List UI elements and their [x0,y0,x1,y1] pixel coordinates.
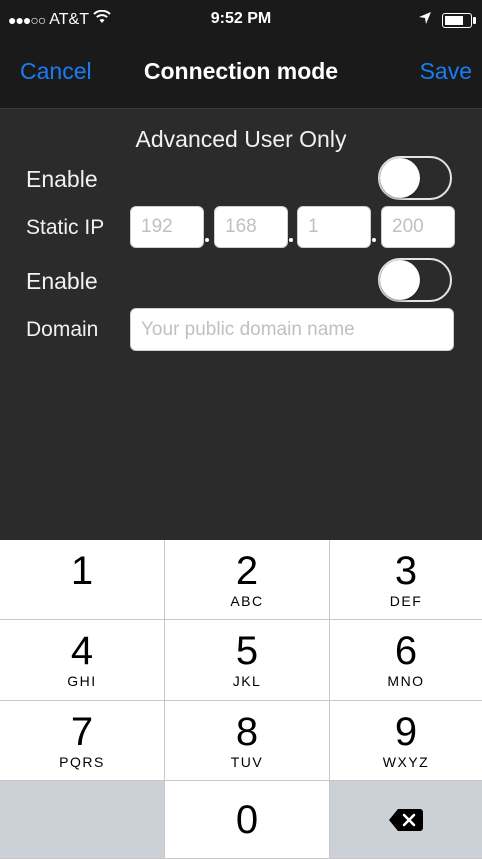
navigation-bar: Cancel Connection mode Save [0,40,482,109]
ip-octet-4-input[interactable]: 200 [381,206,455,248]
toggle-knob [380,158,420,198]
numeric-keypad: 1 2 ABC 3 DEF 4 GHI 5 JKL 6 MNO 7 PQRS 8… [0,540,482,859]
key-blank [0,781,165,859]
backspace-icon [389,808,423,831]
delete-key[interactable] [330,781,482,859]
save-button[interactable]: Save [420,58,472,85]
battery-level [445,16,464,25]
key-number: 6 [394,629,418,673]
ip-separator-dot [205,238,209,242]
key-letters: TUV [230,753,264,770]
key-number: 9 [394,709,418,754]
key-letters: PQRS [59,753,105,770]
status-right [418,11,476,30]
location-arrow-icon [418,11,432,30]
key-letters: GHI [67,673,97,689]
toggle-knob [380,260,420,300]
domain-input[interactable]: Your public domain name [130,308,454,351]
key-number: 5 [235,629,259,673]
key-letters: JKL [232,673,262,689]
key-5[interactable]: 5 JKL [165,620,330,701]
status-time: 9:52 PM [210,10,272,27]
ip-separator-dot [289,238,293,242]
key-number: 7 [70,709,94,754]
ip-octet-1-input[interactable]: 192 [130,206,204,248]
key-9[interactable]: 9 WXYZ [330,701,482,781]
key-number: 3 [394,548,418,593]
domain-toggle[interactable] [378,258,452,302]
page-title: Connection mode [143,58,339,84]
key-8[interactable]: 8 TUV [165,701,330,781]
key-2[interactable]: 2 ABC [165,540,330,620]
key-letters: ABC [230,592,264,609]
domain-label: Domain [26,318,99,341]
key-number: 8 [235,709,259,754]
key-letters: WXYZ [382,753,430,770]
key-number: 0 [235,797,259,842]
key-letters: MNO [387,673,425,689]
key-3[interactable]: 3 DEF [330,540,482,620]
battery-icon [442,13,476,28]
ip-octet-3-input[interactable]: 1 [297,206,371,248]
section-title: Advanced User Only [135,126,347,152]
static-ip-toggle[interactable] [378,156,452,200]
ip-separator-dot [372,238,376,242]
key-0[interactable]: 0 [165,781,330,859]
key-7[interactable]: 7 PQRS [0,701,165,781]
status-bar: ●●●○○ AT&T 9:52 PM [0,0,482,40]
ip-octet-2-input[interactable]: 168 [214,206,288,248]
key-letters: DEF [389,592,423,609]
key-1[interactable]: 1 [0,540,165,620]
key-6[interactable]: 6 MNO [330,620,482,701]
static-ip-label: Static IP [26,216,105,239]
key-number: 4 [70,629,94,673]
enable-static-ip-label: Enable [26,166,98,192]
key-number: 2 [235,548,259,593]
enable-domain-label: Enable [26,268,98,294]
key-number: 1 [70,548,94,593]
key-4[interactable]: 4 GHI [0,620,165,701]
